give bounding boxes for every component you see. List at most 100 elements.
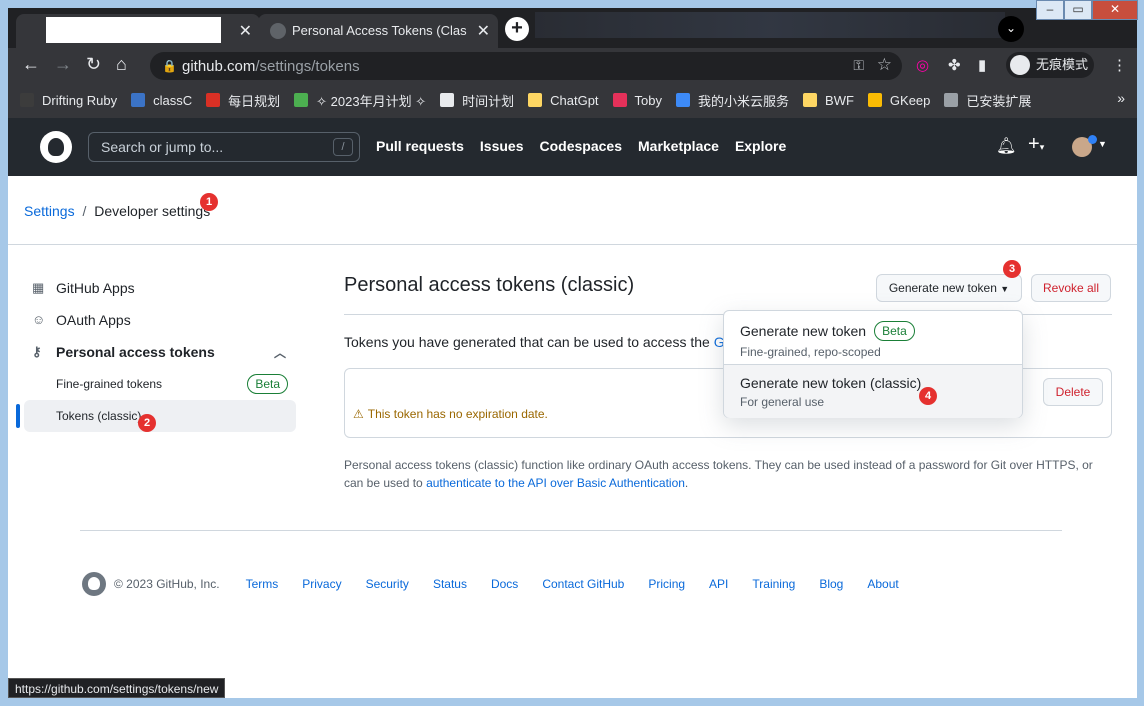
github-logo-icon[interactable]: [40, 131, 72, 163]
extension-color-icon[interactable]: ◎: [916, 56, 929, 74]
footer-link-contact-github[interactable]: Contact GitHub: [542, 577, 624, 591]
maximize-button[interactable]: ▭: [1064, 0, 1092, 20]
breadcrumb-current: Developer settings: [94, 203, 211, 219]
url-text: github.com/settings/tokens: [182, 58, 360, 75]
sidebar-item-personal-access-tokens[interactable]: ⚷ Personal access tokens ︿: [24, 336, 296, 368]
home-icon[interactable]: ⌂: [116, 55, 127, 73]
lock-icon[interactable]: 🔒: [162, 59, 177, 73]
bookmark-item[interactable]: BWF: [803, 93, 854, 108]
dropdown-item-fine-grained[interactable]: Generate new token Beta Fine-grained, rep…: [724, 311, 1022, 365]
alert-icon: ⚠: [353, 407, 364, 421]
footer-link-docs[interactable]: Docs: [491, 577, 518, 591]
description-text: Tokens you have generated that can be us…: [344, 334, 710, 350]
bookmark-favicon-icon: [206, 93, 221, 107]
bookmark-label: BWF: [825, 92, 854, 108]
extensions-puzzle-icon[interactable]: ✤: [948, 56, 961, 74]
reload-icon[interactable]: ↻: [86, 55, 101, 73]
bookmark-favicon-icon: [20, 93, 34, 107]
bookmark-label: 我的小米云服务: [698, 93, 790, 109]
bookmark-item[interactable]: ✧ 2023年月计划 ✧: [294, 91, 426, 110]
search-placeholder: Search or jump to...: [101, 139, 224, 155]
footer-link-security[interactable]: Security: [366, 577, 409, 591]
bookmark-label: 已安装扩展: [966, 93, 1032, 109]
delete-button[interactable]: Delete: [1043, 378, 1103, 406]
github-logo-icon[interactable]: [82, 572, 106, 596]
forward-icon[interactable]: →: [54, 55, 72, 73]
address-bar[interactable]: 🔒 github.com/settings/tokens ⚿ ☆: [150, 52, 902, 80]
footer-link-training[interactable]: Training: [752, 577, 795, 591]
dropdown-item-classic[interactable]: Generate new token (classic) For general…: [724, 364, 1022, 418]
bookmark-item[interactable]: 已安装扩展: [944, 91, 1031, 110]
tab-redacted[interactable]: ✕: [16, 14, 260, 48]
beta-badge: Beta: [247, 374, 288, 394]
incognito-indicator[interactable]: 无痕模式: [1006, 52, 1094, 78]
nav-issues[interactable]: Issues: [480, 138, 524, 154]
close-icon[interactable]: ✕: [477, 21, 490, 41]
bookmark-item[interactable]: GKeep: [867, 93, 930, 108]
footer-copyright: © 2023 GitHub, Inc.: [114, 577, 220, 591]
footer-link-privacy[interactable]: Privacy: [302, 577, 341, 591]
nav-pull-requests[interactable]: Pull requests: [376, 138, 464, 154]
notification-dot: [1088, 135, 1097, 144]
close-window-button[interactable]: ✕: [1092, 0, 1138, 20]
create-new-plus-icon[interactable]: +▾: [1028, 133, 1044, 156]
close-icon[interactable]: ✕: [239, 21, 252, 41]
sidebar-item-tokens-classic[interactable]: Tokens (classic): [16, 400, 296, 432]
bookmark-label: Drifting Ruby: [42, 92, 118, 108]
breadcrumb-settings-link[interactable]: Settings: [24, 203, 75, 219]
chevron-up-icon[interactable]: ︿: [274, 344, 286, 361]
sidebar-item-github-apps[interactable]: ▦ GitHub Apps: [24, 272, 296, 304]
bookmarks-bar: Drifting Ruby classC 每日规划 ✧ 2023年月计划 ✧ 时间计划 C…: [8, 82, 1137, 118]
footer-link-about[interactable]: About: [867, 577, 898, 591]
bookmark-item[interactable]: 时间计划: [440, 91, 514, 110]
bookmark-item[interactable]: 每日规划: [206, 91, 280, 110]
github-nav: Pull requests Issues Codespaces Marketpl…: [376, 138, 802, 154]
nav-marketplace[interactable]: Marketplace: [638, 138, 719, 154]
browser-toolbar: ← → ↻ ⌂ 🔒 github.com/settings/tokens ⚿ ☆…: [8, 48, 1137, 82]
bell-icon[interactable]: 🔔︎: [996, 136, 1016, 156]
bookmark-star-icon[interactable]: ☆: [877, 55, 892, 75]
github-favicon-icon: [270, 23, 286, 39]
bookmarks-overflow-icon[interactable]: »: [1117, 90, 1125, 106]
tab-title: Personal Access Tokens (Classic): [292, 23, 467, 38]
footer-link-pricing[interactable]: Pricing: [648, 577, 685, 591]
bookmark-favicon-icon: [803, 93, 818, 107]
bookmark-item[interactable]: classC: [131, 93, 192, 108]
minimize-button[interactable]: –: [1036, 0, 1064, 20]
basic-auth-link[interactable]: authenticate to the API over Basic Authe…: [426, 476, 685, 490]
menu-kebab-icon[interactable]: ⋮: [1112, 56, 1127, 74]
key-icon[interactable]: ⚿: [853, 57, 864, 74]
revoke-all-button[interactable]: Revoke all: [1031, 274, 1111, 302]
url-path: /settings/tokens: [255, 58, 360, 75]
note-end: .: [684, 476, 689, 490]
generate-button-label: Generate new token: [888, 281, 997, 295]
footer-link-terms[interactable]: Terms: [246, 577, 279, 591]
sidebar-item-oauth-apps[interactable]: ☺ OAuth Apps: [24, 304, 296, 336]
annotation-marker-3: 3: [1003, 260, 1021, 278]
back-icon[interactable]: ←: [22, 55, 40, 73]
footer-link-blog[interactable]: Blog: [819, 577, 843, 591]
breadcrumb: Settings / Developer settings: [24, 203, 210, 219]
nav-codespaces[interactable]: Codespaces: [540, 138, 622, 154]
tab-active[interactable]: Personal Access Tokens (Classic) ✕: [258, 14, 498, 48]
generate-new-token-button[interactable]: Generate new token ▼: [876, 274, 1022, 302]
footer-link-api[interactable]: API: [709, 577, 728, 591]
bookmark-item[interactable]: Toby: [612, 93, 662, 108]
tab-search-button[interactable]: ⌄: [998, 16, 1024, 42]
bookmark-item[interactable]: 我的小米云服务: [676, 91, 789, 110]
url-host: github.com: [182, 58, 256, 75]
bookmark-favicon-icon: [131, 93, 146, 107]
footer-link-status[interactable]: Status: [433, 577, 467, 591]
footer: © 2023 GitHub, Inc. Terms Privacy Security…: [82, 572, 923, 596]
new-tab-button[interactable]: +: [505, 17, 529, 41]
search-input[interactable]: Search or jump to... /: [88, 132, 360, 162]
bookmark-item[interactable]: ChatGpt: [528, 93, 599, 108]
sidebar-icon[interactable]: ▮: [978, 56, 986, 74]
nav-explore[interactable]: Explore: [735, 138, 786, 154]
bookmark-label: classC: [153, 92, 193, 108]
chevron-down-icon[interactable]: ▼: [1098, 139, 1107, 149]
generate-token-dropdown: Generate new token Beta Fine-grained, rep…: [723, 310, 1023, 418]
bookmark-favicon-icon: [294, 93, 309, 107]
bookmark-item[interactable]: Drifting Ruby: [20, 93, 117, 108]
sidebar-item-fine-grained-tokens[interactable]: Fine-grained tokens Beta: [24, 368, 296, 400]
